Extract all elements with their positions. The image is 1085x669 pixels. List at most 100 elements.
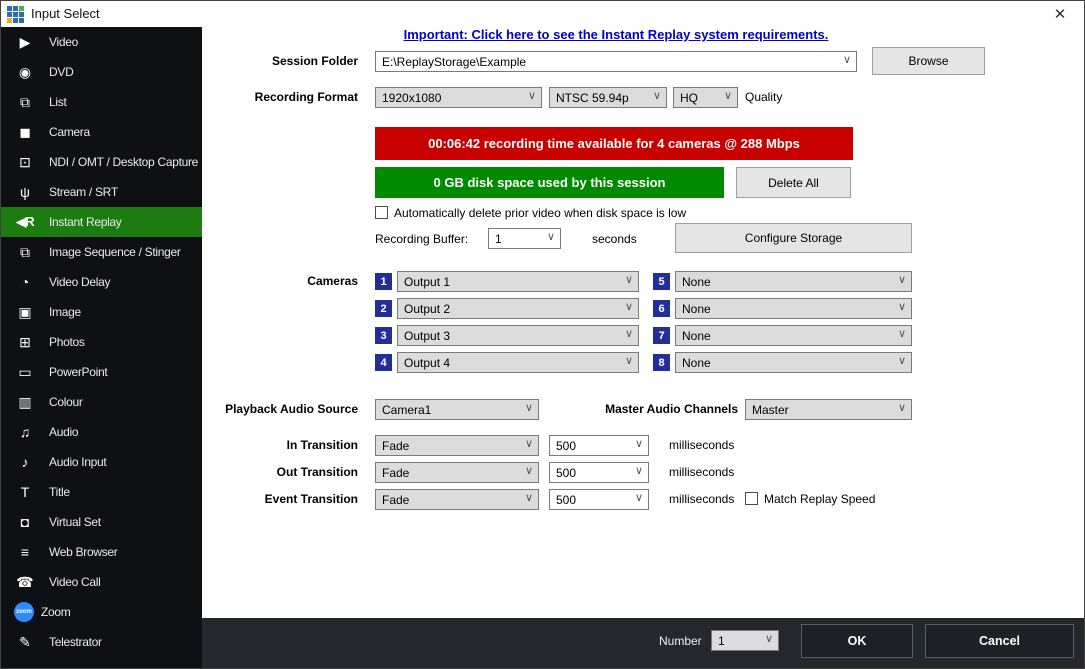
recording-buffer-label: Recording Buffer: (375, 232, 468, 246)
video-icon: ▶ (9, 34, 41, 51)
camera-2-badge: 2 (375, 300, 392, 317)
sidebar-item-audio-input[interactable]: ♪Audio Input (1, 447, 202, 477)
monitor-icon: ⊡ (9, 154, 41, 171)
master-audio-channels-combo[interactable]: Master ∨ (745, 399, 912, 420)
camera-6-combo[interactable]: None∨ (675, 298, 912, 319)
recording-time-banner: 00:06:42 recording time available for 4 … (375, 127, 853, 160)
camera-8-badge: 8 (653, 354, 670, 371)
sidebar-item-list[interactable]: ⧉List (1, 87, 202, 117)
title-text-icon: T (9, 484, 41, 500)
browse-button[interactable]: Browse (872, 47, 985, 75)
quality-combo[interactable]: HQ ∨ (673, 87, 738, 108)
chevron-down-icon: ∨ (525, 401, 533, 414)
chevron-down-icon: ∨ (635, 437, 643, 450)
sidebar-item-telestrator[interactable]: ✎Telestrator (1, 627, 202, 657)
out-transition-unit-label: milliseconds (669, 465, 734, 479)
sidebar-item-photos[interactable]: ⊞Photos (1, 327, 202, 357)
chevron-down-icon: ∨ (724, 89, 732, 102)
in-transition-duration-combo[interactable]: 500∨ (549, 435, 649, 456)
clock-icon: ◔ (9, 274, 41, 290)
camera-3-badge: 3 (375, 327, 392, 344)
number-combo[interactable]: 1 ∨ (711, 630, 779, 651)
match-replay-speed-checkbox[interactable] (745, 492, 758, 505)
presentation-icon: ▭ (9, 364, 41, 381)
sidebar-item-image-sequence[interactable]: ⧉Image Sequence / Stinger (1, 237, 202, 267)
chevron-down-icon: ∨ (898, 300, 906, 313)
seconds-label: seconds (592, 232, 637, 246)
chevron-down-icon: ∨ (635, 491, 643, 504)
sidebar-item-video[interactable]: ▶Video (1, 27, 202, 57)
camera-icon: ◼ (9, 124, 41, 141)
list-icon: ⧉ (9, 94, 41, 111)
sidebar-item-powerpoint[interactable]: ▭PowerPoint (1, 357, 202, 387)
chevron-down-icon: ∨ (525, 491, 533, 504)
ok-button[interactable]: OK (801, 624, 913, 658)
in-transition-label: In Transition (216, 438, 358, 452)
camera-2-combo[interactable]: Output 2∨ (397, 298, 639, 319)
camera-7-combo[interactable]: None∨ (675, 325, 912, 346)
camera-7-badge: 7 (653, 327, 670, 344)
framerate-combo[interactable]: NTSC 59.94p ∨ (549, 87, 667, 108)
chevron-down-icon: ∨ (898, 354, 906, 367)
quality-label: Quality (745, 90, 782, 104)
microphone-input-icon: ♪ (9, 454, 41, 470)
playback-audio-source-combo[interactable]: Camera1 ∨ (375, 399, 539, 420)
resolution-combo[interactable]: 1920x1080 ∨ (375, 87, 542, 108)
event-transition-unit-label: milliseconds (669, 492, 734, 506)
out-transition-duration-combo[interactable]: 500∨ (549, 462, 649, 483)
camera-4-combo[interactable]: Output 4∨ (397, 352, 639, 373)
session-folder-combo[interactable]: E:\ReplayStorage\Example ∨ (375, 51, 857, 72)
camera-1-combo[interactable]: Output 1∨ (397, 271, 639, 292)
sidebar-item-camera[interactable]: ◼Camera (1, 117, 202, 147)
sidebar-item-title[interactable]: TTitle (1, 477, 202, 507)
in-transition-unit-label: milliseconds (669, 438, 734, 452)
camera-8-combo[interactable]: None∨ (675, 352, 912, 373)
chevron-down-icon: ∨ (653, 89, 661, 102)
camera-1-badge: 1 (375, 273, 392, 290)
sidebar-item-video-call[interactable]: ☎Video Call (1, 567, 202, 597)
sidebar-item-zoom[interactable]: zoomZoom (1, 597, 202, 627)
sidebar-item-web-browser[interactable]: ≡Web Browser (1, 537, 202, 567)
sidebar-item-audio[interactable]: ♫Audio (1, 417, 202, 447)
system-requirements-link[interactable]: Important: Click here to see the Instant… (375, 27, 857, 42)
photos-icon: ⊞ (9, 334, 41, 351)
camera-5-combo[interactable]: None∨ (675, 271, 912, 292)
sidebar-item-colour[interactable]: ▥Colour (1, 387, 202, 417)
auto-delete-label: Automatically delete prior video when di… (394, 206, 686, 220)
camera-3-combo[interactable]: Output 3∨ (397, 325, 639, 346)
recording-buffer-combo[interactable]: 1 ∨ (488, 228, 561, 249)
sidebar-item-video-delay[interactable]: ◔Video Delay (1, 267, 202, 297)
sidebar-item-dvd[interactable]: ◉DVD (1, 57, 202, 87)
chevron-down-icon: ∨ (635, 464, 643, 477)
delete-all-button[interactable]: Delete All (736, 167, 851, 198)
event-transition-duration-combo[interactable]: 500∨ (549, 489, 649, 510)
telestrator-icon: ✎ (9, 634, 41, 651)
chevron-down-icon: ∨ (625, 354, 633, 367)
instant-replay-icon: ◀R (9, 214, 41, 230)
microphone-icon: ♫ (9, 424, 41, 440)
colour-swatch-icon: ▥ (9, 394, 41, 411)
sidebar-item-image[interactable]: ▣Image (1, 297, 202, 327)
sidebar-item-stream[interactable]: ψStream / SRT (1, 177, 202, 207)
out-transition-effect-combo[interactable]: Fade∨ (375, 462, 539, 483)
in-transition-effect-combo[interactable]: Fade∨ (375, 435, 539, 456)
number-label: Number (659, 634, 702, 648)
cancel-button[interactable]: Cancel (925, 624, 1074, 658)
event-transition-effect-combo[interactable]: Fade∨ (375, 489, 539, 510)
sidebar-item-ndi[interactable]: ⊡NDI / OMT / Desktop Capture (1, 147, 202, 177)
auto-delete-checkbox[interactable] (375, 206, 388, 219)
disk-space-banner: 0 GB disk space used by this session (375, 167, 724, 198)
configure-storage-button[interactable]: Configure Storage (675, 223, 912, 253)
event-transition-label: Event Transition (216, 492, 358, 506)
image-icon: ▣ (9, 304, 41, 321)
out-transition-label: Out Transition (216, 465, 358, 479)
close-icon[interactable]: ✕ (1046, 1, 1074, 27)
title-bar: Input Select ✕ (1, 1, 1084, 27)
playback-audio-source-label: Playback Audio Source (216, 402, 358, 416)
chevron-down-icon: ∨ (525, 464, 533, 477)
sidebar-item-virtual-set[interactable]: ◘Virtual Set (1, 507, 202, 537)
sidebar-item-instant-replay[interactable]: ◀RInstant Replay (1, 207, 202, 237)
cameras-label: Cameras (216, 274, 358, 288)
chevron-down-icon: ∨ (625, 300, 633, 313)
input-select-dialog: Input Select ✕ ▶Video ◉DVD ⧉List ◼Camera… (0, 0, 1085, 669)
